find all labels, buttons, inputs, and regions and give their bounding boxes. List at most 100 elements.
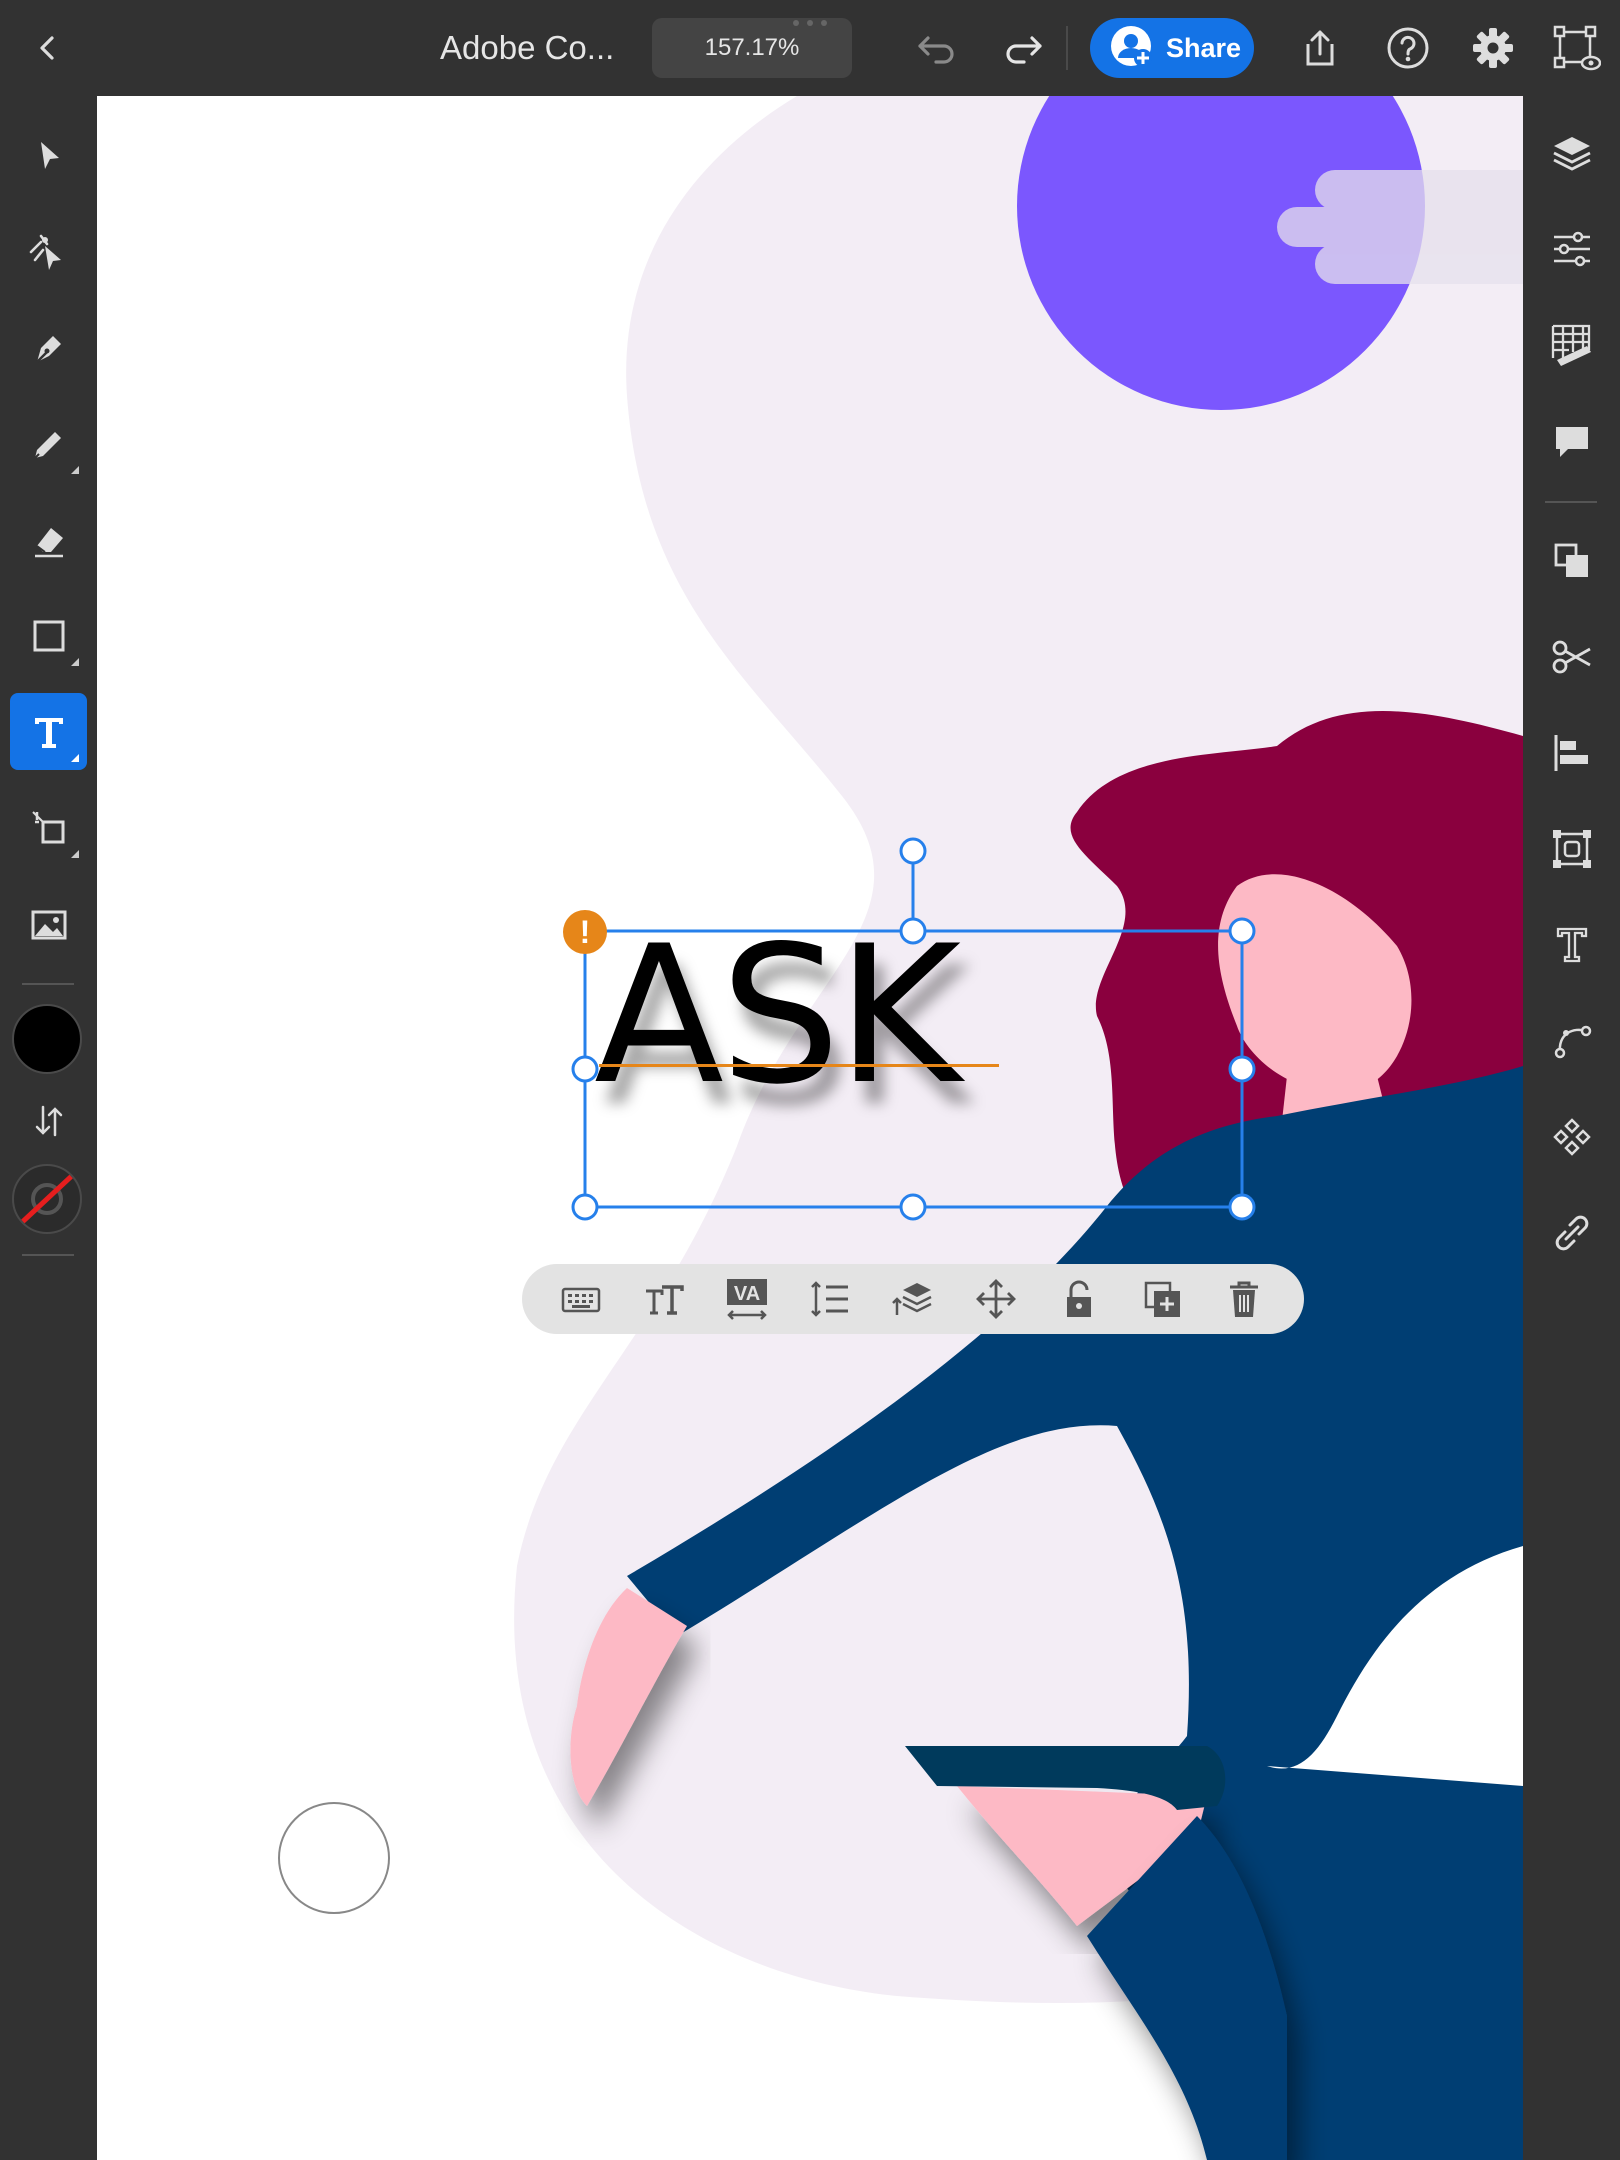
top-bar: Adobe Co... 157.17% Share xyxy=(0,0,1620,96)
fill-color-swatch[interactable] xyxy=(12,1004,82,1074)
delete-button[interactable] xyxy=(1212,1267,1276,1331)
rectangle-icon xyxy=(33,620,64,651)
sliders-icon xyxy=(1553,231,1590,266)
text-properties-button[interactable] xyxy=(1533,906,1610,983)
tracking-button[interactable]: VA xyxy=(715,1267,779,1331)
pen-icon xyxy=(35,335,61,363)
tool-divider xyxy=(22,1254,74,1256)
move-icon xyxy=(975,1279,1016,1319)
more-tools-indicator xyxy=(71,754,79,762)
grids-button[interactable] xyxy=(1533,306,1610,383)
stroke-color-swatch[interactable] xyxy=(12,1164,82,1234)
settings-button[interactable] xyxy=(1463,18,1523,78)
more-tools-indicator xyxy=(71,658,79,666)
pen-tool[interactable] xyxy=(10,309,87,386)
libraries-button[interactable] xyxy=(1533,1098,1610,1175)
svg-text:VA: VA xyxy=(734,1283,760,1305)
libraries-icon xyxy=(1552,1117,1591,1156)
keyboard-icon xyxy=(562,1287,601,1313)
pencil-icon xyxy=(33,431,61,459)
swap-fill-stroke-button[interactable] xyxy=(10,1096,87,1146)
selection-tool[interactable] xyxy=(10,117,87,194)
scissors-icon xyxy=(1552,640,1591,673)
transform-tool[interactable] xyxy=(10,789,87,866)
image-icon xyxy=(31,910,66,939)
line-spacing-button[interactable] xyxy=(798,1267,862,1331)
redo-button[interactable] xyxy=(994,18,1054,78)
back-button[interactable] xyxy=(18,18,78,78)
repeat-icon xyxy=(1552,829,1591,868)
image-tool[interactable] xyxy=(10,885,87,962)
grid-ruler-icon xyxy=(1551,324,1591,366)
font-size-icon xyxy=(646,1285,685,1315)
properties-sidebar xyxy=(1523,96,1620,2160)
link-icon xyxy=(1555,1215,1588,1250)
direct-select-icon xyxy=(29,234,61,270)
help-button[interactable] xyxy=(1378,18,1438,78)
path-icon xyxy=(1554,1025,1591,1058)
undo-button[interactable] xyxy=(906,18,966,78)
touch-cursor xyxy=(278,1802,390,1914)
duplicate-icon xyxy=(1144,1281,1180,1317)
arrange-layer-button[interactable] xyxy=(881,1267,945,1331)
properties-button[interactable] xyxy=(1533,210,1610,287)
selected-text-ask[interactable]: ASK xyxy=(594,916,961,1116)
font-size-button[interactable] xyxy=(632,1267,696,1331)
more-tools-indicator xyxy=(71,850,79,858)
eraser-icon xyxy=(34,527,63,557)
swap-arrows-icon xyxy=(35,1105,62,1137)
duplicate-button[interactable] xyxy=(1130,1267,1194,1331)
line-spacing-icon xyxy=(811,1281,849,1317)
repeat-grid-button[interactable] xyxy=(1533,810,1610,887)
direct-selection-tool[interactable] xyxy=(10,213,87,290)
arrow-pointer-icon xyxy=(40,141,59,169)
path-button[interactable] xyxy=(1533,1002,1610,1079)
shape-tool[interactable] xyxy=(10,597,87,674)
layers-icon xyxy=(1552,136,1591,171)
share-label: Share xyxy=(1166,32,1242,63)
tracking-icon: VA xyxy=(727,1279,768,1320)
keyboard-button[interactable] xyxy=(549,1267,613,1331)
share-button[interactable]: Share xyxy=(1090,18,1254,78)
link-button[interactable] xyxy=(1533,1194,1610,1271)
missing-font-warning-icon[interactable]: ! xyxy=(563,910,607,954)
transform-icon xyxy=(31,810,64,843)
gear-icon xyxy=(1473,28,1513,68)
layers-button[interactable] xyxy=(1533,114,1610,191)
artboard-canvas[interactable]: ASK ! VA xyxy=(97,96,1523,2160)
cut-button[interactable] xyxy=(1533,618,1610,695)
move-button[interactable] xyxy=(964,1267,1028,1331)
layers-arrange-icon xyxy=(892,1283,932,1315)
tools-sidebar xyxy=(0,96,97,2160)
arrange-icon xyxy=(1554,543,1588,577)
arrange-button[interactable] xyxy=(1533,522,1610,599)
undo-icon xyxy=(918,36,954,64)
text-icon xyxy=(1556,927,1587,962)
preview-button[interactable] xyxy=(1546,18,1606,78)
tool-divider xyxy=(22,983,74,985)
spellcheck-underline xyxy=(599,1064,999,1067)
lock-button[interactable] xyxy=(1047,1267,1111,1331)
comments-button[interactable] xyxy=(1533,402,1610,479)
text-context-toolbar: VA xyxy=(522,1264,1304,1334)
type-icon xyxy=(34,717,63,748)
toolbar-divider xyxy=(1066,26,1068,70)
comment-icon xyxy=(1555,426,1588,457)
align-left-icon xyxy=(1554,734,1588,771)
add-user-icon xyxy=(1111,26,1152,67)
export-button[interactable] xyxy=(1290,18,1350,78)
document-title[interactable]: Adobe Co... xyxy=(440,24,614,72)
trash-icon xyxy=(1230,1281,1259,1317)
type-tool[interactable] xyxy=(10,693,87,770)
help-icon xyxy=(1387,27,1429,69)
more-tools-indicator xyxy=(71,466,79,474)
pencil-tool[interactable] xyxy=(10,405,87,482)
grip-icon xyxy=(793,20,827,26)
unlock-icon xyxy=(1066,1280,1091,1317)
redo-icon xyxy=(1006,36,1042,64)
export-icon xyxy=(1306,30,1334,66)
chevron-left-icon xyxy=(40,36,54,60)
panel-divider xyxy=(1545,501,1597,503)
eraser-tool[interactable] xyxy=(10,501,87,578)
align-button[interactable] xyxy=(1533,714,1610,791)
